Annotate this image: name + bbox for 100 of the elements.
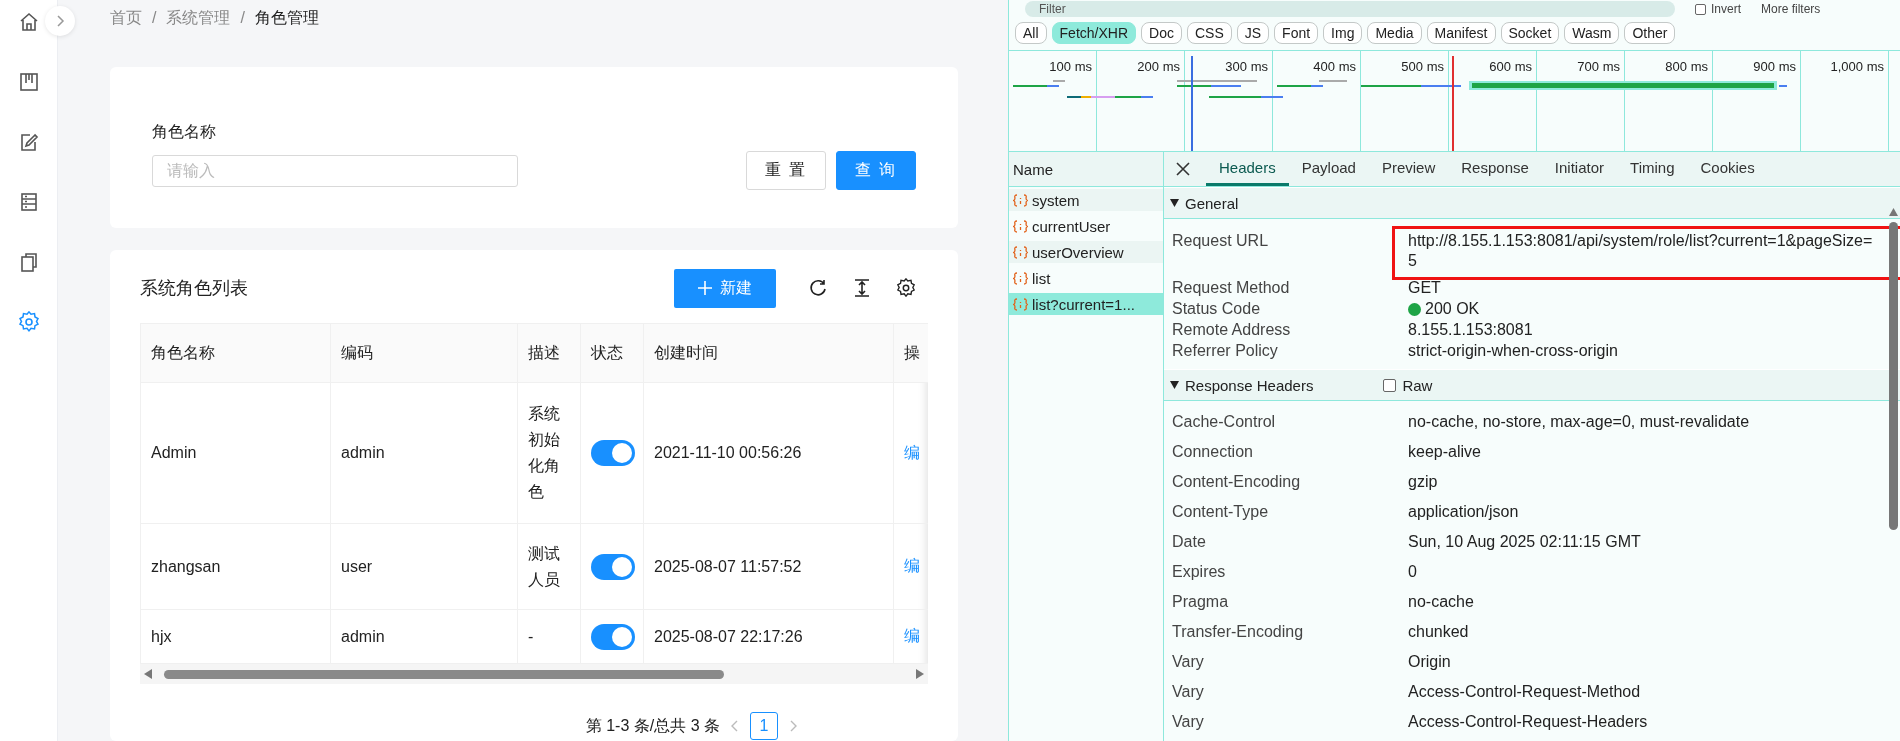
- header-name: Content-Type: [1172, 502, 1270, 522]
- request-item[interactable]: list: [1009, 267, 1163, 289]
- header-value: http://8.155.1.153:8081/api/system/role/list?current=1&pageSize=5: [1408, 231, 1873, 271]
- status-toggle[interactable]: [591, 623, 635, 650]
- board-icon[interactable]: [17, 71, 40, 93]
- detail-tab[interactable]: Preview: [1368, 152, 1449, 186]
- column-header[interactable]: Name: [1013, 160, 1053, 178]
- timeline-tick: 100 ms: [1049, 59, 1092, 74]
- type-filter-chip[interactable]: Font: [1274, 22, 1319, 44]
- header-name: Status Code: [1172, 299, 1262, 319]
- header-value: no-cache, no-store, max-age=0, must-revalidate: [1408, 412, 1751, 432]
- type-filter-chip[interactable]: Other: [1624, 22, 1676, 44]
- header-name: Vary: [1172, 712, 1205, 732]
- status-toggle[interactable]: [591, 440, 635, 466]
- timeline-tick: 900 ms: [1753, 59, 1796, 74]
- settings-icon[interactable]: [896, 278, 916, 298]
- type-filter-chip[interactable]: Img: [1323, 22, 1363, 44]
- timeline-tick: 500 ms: [1401, 59, 1444, 74]
- header-name: Vary: [1172, 652, 1205, 672]
- status-toggle[interactable]: [591, 553, 635, 580]
- raw-checkbox[interactable]: [1383, 378, 1397, 392]
- type-filter-chip[interactable]: Media: [1367, 22, 1422, 44]
- more-filters-dropdown[interactable]: More filters: [1761, 2, 1821, 16]
- table-cell: hjx: [140, 609, 331, 664]
- role-name-input[interactable]: 请输入: [152, 155, 518, 187]
- type-filter-chip[interactable]: JS: [1236, 22, 1270, 44]
- raw-label: Raw: [1402, 376, 1433, 394]
- header-name: Request URL: [1172, 231, 1270, 251]
- plus-icon: [698, 281, 712, 295]
- braces-icon: [1013, 271, 1028, 285]
- close-icon[interactable]: [1176, 162, 1190, 176]
- scroll-up-icon[interactable]: [1889, 208, 1898, 216]
- filter-field[interactable]: Filter: [1025, 1, 1675, 17]
- table-cell: 2025-08-07 22:17:26: [643, 609, 894, 664]
- column-header: 状态: [580, 323, 644, 383]
- table-cell: 2021-11-10 00:56:26: [643, 382, 894, 524]
- type-filter-chip[interactable]: Wasm: [1564, 22, 1620, 44]
- table-cell: -: [517, 609, 581, 664]
- header-name: Transfer-Encoding: [1172, 622, 1305, 642]
- type-filter-chip[interactable]: CSS: [1186, 22, 1232, 44]
- detail-tab[interactable]: Cookies: [1687, 152, 1768, 186]
- vertical-scrollbar[interactable]: [1889, 222, 1898, 530]
- request-item[interactable]: currentUser: [1009, 215, 1163, 237]
- type-filter-chip[interactable]: Fetch/XHR: [1051, 22, 1137, 44]
- header-name: Request Method: [1172, 278, 1291, 298]
- request-item[interactable]: list?current=1...: [1009, 293, 1163, 315]
- invert-checkbox[interactable]: [1695, 3, 1706, 15]
- column-header: 创建时间: [643, 323, 894, 383]
- timeline-tick: 400 ms: [1313, 59, 1356, 74]
- expand-triangle-icon[interactable]: [1170, 381, 1179, 389]
- header-value: Origin: [1408, 652, 1452, 672]
- expand-triangle-icon[interactable]: [1170, 199, 1179, 207]
- timeline-tick: 1,000 ms: [1830, 59, 1884, 74]
- refresh-icon[interactable]: [808, 278, 828, 298]
- column-height-icon[interactable]: [852, 278, 872, 298]
- type-filter-chip[interactable]: Manifest: [1426, 22, 1496, 44]
- detail-tab[interactable]: Initiator: [1541, 152, 1618, 186]
- breadcrumb-separator: /: [152, 9, 157, 27]
- field-label: 角色名称: [152, 122, 216, 142]
- breadcrumb-item: 角色管理: [254, 7, 319, 28]
- header-value: gzip: [1408, 472, 1439, 492]
- scroll-left-icon[interactable]: [144, 669, 152, 679]
- section-title[interactable]: General: [1185, 194, 1239, 212]
- braces-icon: [1013, 193, 1028, 207]
- table-cell: admin: [330, 609, 518, 664]
- detail-tab[interactable]: Response: [1448, 152, 1542, 186]
- type-filter-chip[interactable]: Socket: [1500, 22, 1560, 44]
- column-header: 操: [893, 323, 928, 383]
- braces-icon: [1013, 219, 1028, 233]
- header-value: chunked: [1408, 622, 1470, 642]
- timeline-tick: 600 ms: [1489, 59, 1532, 74]
- detail-tab[interactable]: Timing: [1617, 152, 1688, 186]
- timeline-tick: 200 ms: [1137, 59, 1180, 74]
- invert-label: Invert: [1711, 2, 1741, 16]
- header-name: Connection: [1172, 442, 1254, 462]
- header-value: Access-Control-Request-Headers: [1408, 712, 1649, 732]
- detail-tab[interactable]: Payload: [1288, 152, 1369, 186]
- section-title[interactable]: Response Headers: [1185, 376, 1314, 394]
- header-value: 0: [1408, 562, 1418, 582]
- header-value: application/json: [1408, 502, 1520, 522]
- table-cell: 测试人员: [517, 523, 581, 610]
- timeline-tick: 800 ms: [1665, 59, 1708, 74]
- header-name: Referrer Policy: [1172, 341, 1279, 361]
- scroll-right-icon[interactable]: [916, 669, 924, 679]
- table-cell: Admin: [140, 382, 331, 524]
- type-filter-chip[interactable]: Doc: [1141, 22, 1182, 44]
- header-value: Access-Control-Request-Method: [1408, 682, 1642, 702]
- header-value: GET: [1408, 278, 1442, 298]
- header-name: Vary: [1172, 682, 1205, 702]
- type-filter-chip[interactable]: All: [1015, 22, 1047, 44]
- column-header: 编码: [330, 323, 518, 383]
- header-name: Cache-Control: [1172, 412, 1277, 432]
- request-item[interactable]: system: [1009, 189, 1163, 211]
- column-header: 角色名称: [140, 323, 331, 383]
- table-cell: user: [330, 523, 518, 610]
- braces-icon: [1013, 297, 1028, 311]
- horizontal-scrollbar[interactable]: [140, 664, 928, 684]
- reset-button[interactable]: 重 置: [745, 151, 826, 190]
- request-item[interactable]: userOverview: [1009, 241, 1163, 263]
- header-value: 200 OK: [1408, 299, 1873, 319]
